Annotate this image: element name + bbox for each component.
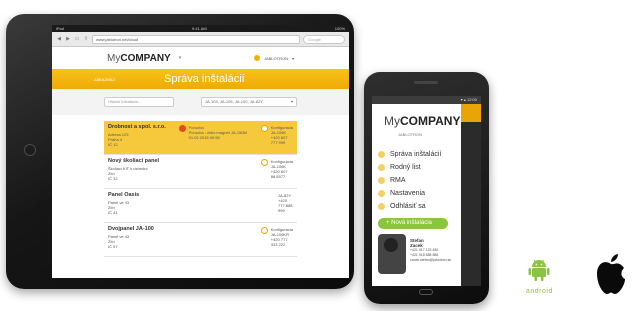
settings-icon bbox=[260, 125, 268, 132]
phone-device: ▾ ▴ 12:00 MyCOMPANY JABLOTRON Správa inšt… bbox=[364, 72, 489, 304]
settings-icon bbox=[260, 159, 268, 166]
status-bar: ▾ ▴ 12:00 bbox=[372, 96, 481, 104]
user-icon bbox=[253, 55, 260, 61]
contact-card: Stefan Zacek +421 917 123 456 +421 918 8… bbox=[378, 234, 458, 278]
phone-home-button bbox=[419, 289, 433, 295]
company-logo: MyCOMPANY JABLOTRON bbox=[384, 114, 461, 137]
alert-icon bbox=[178, 125, 186, 132]
android-badge: android bbox=[526, 258, 552, 295]
tablet-screen: iPad 9:41 AM 100% ◀ ▶ ▭ ⇪ www.jablotron.ne… bbox=[52, 25, 349, 278]
browser-toolbar: ◀ ▶ ▭ ⇪ www.jablotron.net/cloud Google bbox=[52, 32, 349, 47]
certificate-icon bbox=[378, 164, 385, 171]
browser-search-field[interactable]: Google bbox=[303, 34, 345, 44]
forward-arrow-icon[interactable]: ▶ bbox=[65, 36, 71, 42]
app-header: MyCOMPANY ▾ JABLOTRON ▾ bbox=[52, 47, 349, 69]
menu-item-rma[interactable]: RMA bbox=[372, 174, 461, 187]
contact-email[interactable]: zacek.stefan@jablotron.sk bbox=[410, 258, 451, 263]
menu-item-birth-certificate[interactable]: Rodný list bbox=[372, 161, 461, 174]
installation-search-input[interactable]: Hľadať inštaláciu... bbox=[104, 97, 174, 107]
back-arrow-icon[interactable]: ◀ bbox=[56, 36, 62, 42]
android-icon bbox=[528, 259, 550, 281]
avatar bbox=[378, 234, 406, 274]
drawer-menu: Správa inštalácií Rodný list RMA Nastave… bbox=[372, 148, 461, 213]
chevron-down-icon[interactable]: ▾ bbox=[179, 55, 182, 61]
page-title: Správa inštalácií bbox=[164, 73, 245, 85]
phone-speaker bbox=[414, 81, 438, 84]
menu-item-installations[interactable]: Správa inštalácií bbox=[372, 148, 461, 161]
installation-list: Drobnost a spol. s.r.o. Adresa 123 Praha 4… bbox=[52, 115, 349, 257]
rma-icon bbox=[378, 177, 385, 184]
share-icon[interactable]: ⇪ bbox=[83, 36, 89, 42]
tablet-home-button bbox=[24, 144, 36, 156]
table-row[interactable]: Nový školiaci panel Školiaci KIT k ústred… bbox=[104, 155, 297, 189]
new-installation-button[interactable]: + Nová inštalácia bbox=[378, 218, 448, 229]
menu-item-logout[interactable]: Odhlásiť sa bbox=[372, 200, 461, 213]
navigation-drawer: MyCOMPANY JABLOTRON Správa inštalácií Rod… bbox=[372, 104, 461, 286]
main-content-peek[interactable] bbox=[461, 104, 481, 286]
logout-icon bbox=[378, 203, 385, 210]
installations-icon bbox=[378, 151, 385, 158]
chevron-down-icon: ▾ bbox=[291, 55, 294, 61]
settings-icon bbox=[260, 227, 268, 234]
title-band: ZÁKAZNÍCI Správa inštalácií bbox=[52, 69, 349, 89]
android-label: android bbox=[526, 288, 553, 295]
url-field[interactable]: www.jablotron.net/cloud bbox=[92, 34, 300, 44]
table-row[interactable]: Drobnost a spol. s.r.o. Adresa 123 Praha 4… bbox=[104, 121, 297, 155]
panel-type-select[interactable]: JA-103, JA-106, JA-100, JA-82Y ▾ bbox=[201, 97, 297, 107]
customers-link[interactable]: ZÁKAZNÍCI bbox=[94, 77, 164, 82]
apple-icon bbox=[597, 254, 625, 294]
gear-icon bbox=[378, 190, 385, 197]
user-name: JABLOTRON bbox=[263, 55, 288, 61]
user-menu[interactable]: JABLOTRON ▾ bbox=[253, 55, 294, 61]
bookmarks-icon[interactable]: ▭ bbox=[74, 36, 80, 42]
status-bar: iPad 9:41 AM 100% bbox=[52, 25, 349, 32]
chevron-down-icon: ▾ bbox=[290, 99, 293, 104]
table-row[interactable]: Dvojpanel JA-100 Panel ve 43 Zlín IČ 57 Kon… bbox=[104, 223, 297, 257]
company-logo[interactable]: MyCOMPANY bbox=[107, 53, 171, 64]
tablet-device: iPad 9:41 AM 100% ◀ ▶ ▭ ⇪ www.jablotron.ne… bbox=[6, 14, 354, 289]
table-row[interactable]: Panel Oasis Panel ve 43 Zlín IČ 41 JA-82Y +4… bbox=[104, 189, 297, 223]
phone-screen: ▾ ▴ 12:00 MyCOMPANY JABLOTRON Správa inšt… bbox=[372, 96, 481, 286]
menu-item-settings[interactable]: Nastavenia bbox=[372, 187, 461, 200]
filter-bar: Hľadať inštaláciu... JA-103, JA-106, JA-… bbox=[52, 89, 349, 115]
